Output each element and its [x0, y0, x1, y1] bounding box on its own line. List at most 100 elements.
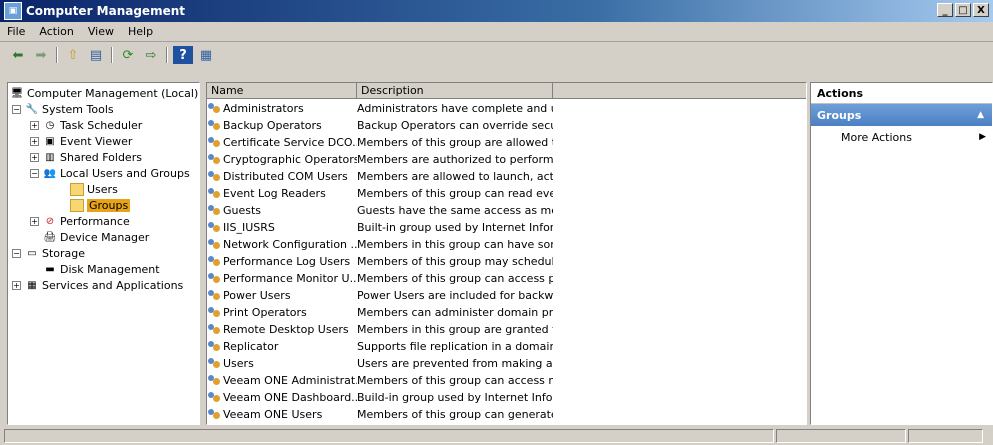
collapse-icon[interactable]: −: [12, 248, 21, 258]
table-row[interactable]: Administrators Administrators have comple…: [207, 100, 553, 117]
groups-list[interactable]: Name Description Administrators Administr…: [206, 82, 807, 425]
tree-item-label: Local Users and Groups: [60, 166, 190, 180]
back-arrow-icon[interactable]: ⬅: [8, 46, 28, 64]
refresh-icon[interactable]: ⟳: [118, 46, 138, 64]
table-row[interactable]: Certificate Service DCO... Members of thi…: [207, 134, 553, 151]
group-icon: [207, 323, 221, 336]
group-icon: [207, 408, 221, 421]
group-icon: [207, 306, 221, 319]
table-row[interactable]: Veeam ONE Dashboard... Build-in group use…: [207, 389, 553, 406]
toolbar-separator: [166, 47, 168, 63]
group-description: Members of this group are allowed t...: [357, 136, 553, 149]
status-bar: [0, 428, 993, 445]
shared-folders-icon: ▥: [45, 151, 55, 163]
table-row[interactable]: Distributed COM Users Members are allowed…: [207, 168, 553, 185]
table-row[interactable]: Power Users Power Users are included for …: [207, 287, 553, 304]
show-tree-icon[interactable]: ▤: [86, 46, 106, 64]
actions-section-label: Groups: [817, 108, 862, 122]
system-tools-icon: 🔧: [25, 103, 39, 115]
expand-icon[interactable]: +: [30, 120, 39, 130]
group-name-cell: Users: [207, 357, 357, 370]
tree-item-system-tools[interactable]: − 🔧 System Tools: [12, 101, 114, 117]
group-name-cell: Certificate Service DCO...: [207, 136, 357, 149]
group-description: Administrators have complete and u...: [357, 102, 553, 115]
tree-item-task-scheduler[interactable]: + ◷ Task Scheduler: [30, 117, 142, 133]
table-row[interactable]: Guests Guests have the same access as me.…: [207, 202, 553, 219]
group-name: Users: [223, 357, 254, 370]
group-name: Veeam ONE Dashboard...: [223, 391, 357, 404]
tree-item-label: Computer Management (Local): [27, 86, 199, 100]
expand-icon[interactable]: +: [30, 136, 39, 146]
table-row[interactable]: Veeam ONE Users Members of this group can…: [207, 406, 553, 423]
group-icon: [207, 102, 221, 115]
actions-header: Actions: [811, 83, 992, 104]
tree-item-disk-management[interactable]: ▬ Disk Management: [43, 261, 159, 277]
table-row[interactable]: Cryptographic Operators Members are autho…: [207, 151, 553, 168]
table-row[interactable]: Event Log Readers Members of this group c…: [207, 185, 553, 202]
group-name-cell: Replicator: [207, 340, 357, 353]
table-row[interactable]: Backup Operators Backup Operators can ove…: [207, 117, 553, 134]
status-panel-2: [776, 429, 906, 443]
computer-management-app-icon[interactable]: ▣: [4, 2, 22, 20]
minimize-button[interactable]: _: [937, 3, 953, 17]
column-header-name[interactable]: Name: [207, 83, 357, 99]
table-row[interactable]: Users Users are prevented from making ac.…: [207, 355, 553, 372]
properties-icon[interactable]: ▦: [196, 46, 216, 64]
group-name-cell: IIS_IUSRS: [207, 221, 357, 234]
tree-item-device-manager[interactable]: 🖨 Device Manager: [43, 229, 150, 245]
tree-item-groups[interactable]: Groups: [70, 197, 131, 213]
tree-item-local-users-and-groups[interactable]: − 👥 Local Users and Groups: [30, 165, 190, 181]
up-folder-icon[interactable]: ⇧: [63, 46, 83, 64]
tree-item-shared-folders[interactable]: + ▥ Shared Folders: [30, 149, 142, 165]
tree-item-event-viewer[interactable]: + ▣ Event Viewer: [30, 133, 132, 149]
table-row[interactable]: Veeam ONE Administrat... Members of this …: [207, 372, 553, 389]
tree-item-users[interactable]: Users: [70, 181, 118, 197]
group-name: Power Users: [223, 289, 291, 302]
menu-action[interactable]: Action: [32, 25, 80, 38]
group-name-cell: Cryptographic Operators: [207, 153, 357, 166]
tree-item-label-selected: Groups: [87, 198, 131, 212]
storage-icon: ▭: [27, 247, 37, 259]
group-description: Build-in group used by Internet Infor...: [357, 391, 553, 404]
console-tree[interactable]: 🖥 Computer Management (Local) − 🔧 System…: [7, 82, 200, 425]
more-actions-item[interactable]: More Actions ▶: [811, 126, 992, 148]
group-icon: [207, 255, 221, 268]
table-row[interactable]: Network Configuration ... Members in this…: [207, 236, 553, 253]
group-name: Remote Desktop Users: [223, 323, 349, 336]
table-row[interactable]: Print Operators Members can administer do…: [207, 304, 553, 321]
group-name: Event Log Readers: [223, 187, 326, 200]
collapse-icon[interactable]: −: [12, 104, 21, 114]
expand-icon[interactable]: +: [30, 152, 39, 162]
tree-item-services-and-applications[interactable]: + ▦ Services and Applications: [12, 277, 183, 293]
column-header-description[interactable]: Description: [357, 83, 553, 99]
group-icon: [207, 374, 221, 387]
list-header: Name Description: [207, 83, 806, 99]
menu-view[interactable]: View: [81, 25, 121, 38]
tree-item-label: Services and Applications: [42, 278, 184, 292]
expand-icon[interactable]: +: [30, 216, 39, 226]
tree-item-computer-management[interactable]: 🖥 Computer Management (Local): [10, 85, 199, 101]
export-icon[interactable]: ⇨: [141, 46, 161, 64]
tree-item-storage[interactable]: − ▭ Storage: [12, 245, 85, 261]
group-name-cell: Network Configuration ...: [207, 238, 357, 251]
group-description: Members of this group can access m...: [357, 374, 553, 387]
table-row[interactable]: Remote Desktop Users Members in this grou…: [207, 321, 553, 338]
close-button[interactable]: X: [973, 3, 989, 17]
toolbar: ⬅ ➡ ⇧ ▤ ⟳ ⇨ ? ▦: [0, 43, 993, 67]
collapse-up-icon[interactable]: ▲: [977, 110, 984, 120]
collapse-icon[interactable]: −: [30, 168, 39, 178]
forward-arrow-icon[interactable]: ➡: [31, 46, 51, 64]
tree-item-performance[interactable]: + ⊘ Performance: [30, 213, 130, 229]
table-row[interactable]: Performance Log Users Members of this gro…: [207, 253, 553, 270]
table-row[interactable]: Replicator Supports file replication in a…: [207, 338, 553, 355]
expand-icon[interactable]: +: [12, 280, 21, 290]
menu-file[interactable]: File: [0, 25, 32, 38]
device-manager-icon: 🖨: [43, 231, 57, 243]
table-row[interactable]: IIS_IUSRS Built-in group used by Internet…: [207, 219, 553, 236]
help-icon[interactable]: ?: [173, 46, 193, 64]
menu-help[interactable]: Help: [121, 25, 160, 38]
status-panel-3: [908, 429, 983, 443]
maximize-button[interactable]: □: [955, 3, 971, 17]
actions-section-groups[interactable]: Groups ▲: [811, 104, 992, 126]
table-row[interactable]: Performance Monitor U... Members of this …: [207, 270, 553, 287]
